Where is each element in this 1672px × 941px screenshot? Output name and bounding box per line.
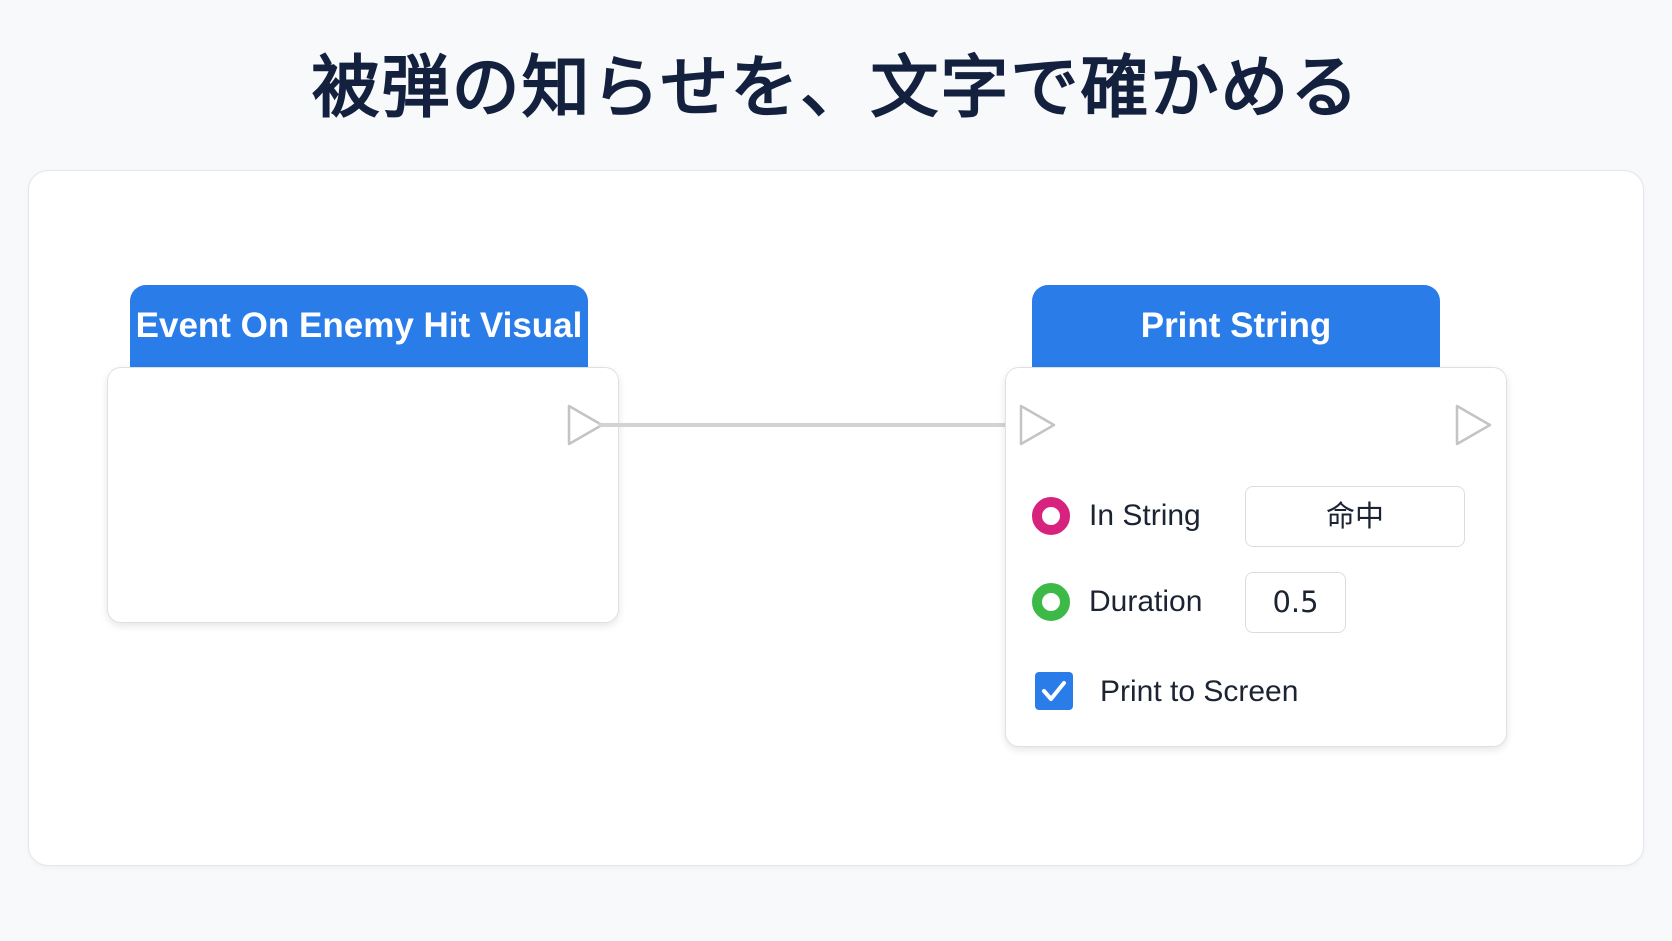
print-exec-out-pin-icon[interactable] bbox=[1454, 403, 1494, 447]
duration-pin-icon[interactable] bbox=[1031, 582, 1071, 622]
event-node-body[interactable] bbox=[107, 367, 619, 623]
duration-input[interactable]: 0.5 bbox=[1245, 572, 1346, 633]
exec-wire[interactable] bbox=[598, 423, 1020, 427]
print-node-header[interactable]: Print String bbox=[1032, 285, 1440, 367]
event-node-header[interactable]: Event On Enemy Hit Visual bbox=[130, 285, 588, 367]
checkmark-icon bbox=[1042, 681, 1066, 701]
in-string-pin-icon[interactable] bbox=[1031, 496, 1071, 536]
page-title: 被弾の知らせを、文字で確かめる bbox=[311, 49, 1361, 128]
duration-label: Duration bbox=[1089, 585, 1203, 618]
print-node-title: Print String bbox=[1140, 306, 1332, 345]
in-string-label: In String bbox=[1089, 499, 1201, 532]
in-string-input[interactable]: 命中 bbox=[1245, 486, 1465, 547]
print-to-screen-checkbox[interactable] bbox=[1035, 672, 1073, 710]
print-to-screen-label: Print to Screen bbox=[1100, 675, 1299, 708]
print-exec-in-pin-icon[interactable] bbox=[1018, 403, 1058, 447]
event-node-title: Event On Enemy Hit Visual bbox=[135, 306, 583, 345]
